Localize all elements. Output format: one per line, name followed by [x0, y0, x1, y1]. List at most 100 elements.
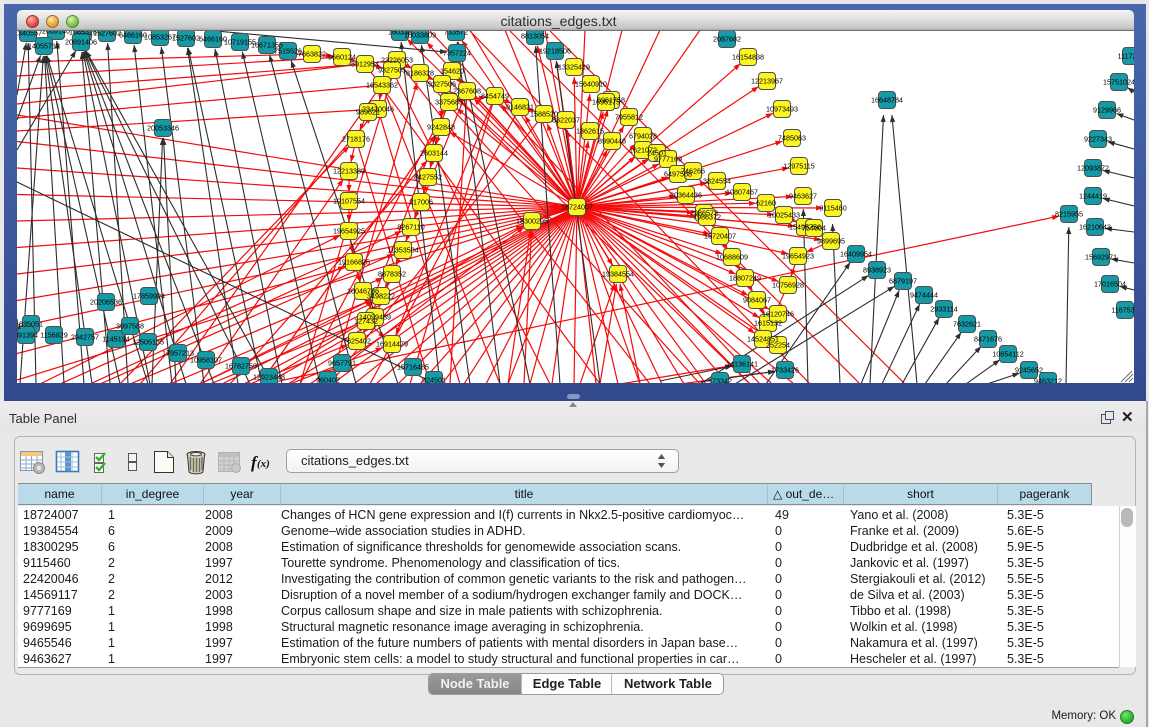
- svg-text:15716485: 15716485: [397, 363, 429, 372]
- svg-text:9474444: 9474444: [910, 291, 938, 300]
- svg-text:3997588: 3997588: [116, 322, 144, 331]
- svg-text:9657791: 9657791: [328, 359, 356, 368]
- svg-text:7986372: 7986372: [693, 213, 721, 222]
- svg-text:6466160: 6466160: [119, 31, 147, 40]
- svg-text:11353504: 11353504: [387, 246, 418, 255]
- svg-text:16033809: 16033809: [404, 31, 436, 40]
- svg-text:2942757: 2942757: [71, 333, 99, 342]
- svg-text:9899695: 9899695: [817, 237, 845, 246]
- svg-text:23226053: 23226053: [381, 56, 413, 65]
- svg-text:10958107: 10958107: [190, 356, 222, 365]
- svg-text:3824554: 3824554: [703, 177, 731, 186]
- svg-text:18724007: 18724007: [561, 203, 593, 212]
- svg-text:12213967: 12213967: [751, 77, 783, 86]
- svg-text:8322037: 8322037: [552, 116, 580, 125]
- svg-text:16210643: 16210643: [1079, 223, 1111, 232]
- svg-text:1362615: 1362615: [576, 127, 604, 136]
- svg-text:252254: 252254: [766, 341, 790, 350]
- svg-text:391394: 391394: [17, 331, 38, 340]
- svg-text:1167533: 1167533: [1111, 306, 1134, 315]
- svg-text:18807249: 18807249: [729, 274, 761, 283]
- svg-text:7625402: 7625402: [343, 337, 371, 346]
- svg-text:12975115: 12975115: [783, 162, 814, 171]
- svg-text:16120746: 16120746: [762, 310, 794, 319]
- svg-text:3375685: 3375685: [435, 98, 463, 107]
- svg-text:16648784: 16648784: [871, 96, 903, 105]
- svg-text:10654112: 10654112: [992, 350, 1023, 359]
- svg-text:9242848: 9242848: [427, 123, 455, 132]
- svg-text:2367608: 2367608: [453, 87, 481, 96]
- svg-text:924501: 924501: [422, 376, 446, 384]
- svg-text:19384554: 19384554: [602, 270, 634, 279]
- svg-text:1527602: 1527602: [172, 34, 200, 43]
- svg-text:10688609: 10688609: [716, 253, 748, 262]
- svg-text:9327506: 9327506: [428, 80, 456, 89]
- svg-text:20053346: 20053346: [147, 124, 179, 133]
- svg-text:9777169: 9777169: [654, 155, 682, 164]
- svg-text:733572: 733572: [444, 31, 468, 37]
- svg-text:15692971: 15692971: [1085, 253, 1117, 262]
- svg-text:16914479: 16914479: [376, 340, 408, 349]
- svg-text:9115460: 9115460: [819, 204, 846, 213]
- svg-text:1117243: 1117243: [1118, 52, 1134, 61]
- svg-text:6879197: 6879197: [889, 277, 917, 286]
- svg-text:14055712: 14055712: [28, 42, 60, 51]
- svg-text:960402: 960402: [316, 376, 340, 384]
- svg-text:127432: 127432: [354, 317, 378, 326]
- svg-text:8938923: 8938923: [863, 266, 891, 275]
- svg-text:16543362: 16543362: [366, 81, 398, 90]
- svg-text:7357224: 7357224: [443, 49, 471, 58]
- svg-text:17859924: 17859924: [133, 292, 165, 301]
- svg-text:9129966: 9129966: [1093, 106, 1121, 115]
- svg-text:6466160: 6466160: [199, 35, 227, 44]
- svg-text:12093872: 12093872: [1077, 164, 1109, 173]
- svg-text:19218506: 19218506: [539, 47, 571, 56]
- svg-text:8990448: 8990448: [598, 137, 626, 146]
- svg-text:746266: 746266: [681, 167, 705, 176]
- svg-text:9463627: 9463627: [789, 192, 817, 201]
- svg-text:317006: 317006: [409, 198, 433, 207]
- svg-text:19166825: 19166825: [338, 258, 370, 267]
- svg-text:8427552: 8427552: [414, 173, 442, 182]
- svg-text:2933114: 2933114: [930, 305, 957, 314]
- svg-text:12505135: 12505135: [132, 338, 164, 347]
- svg-text:19654923: 19654923: [782, 252, 814, 261]
- svg-text:12213389: 12213389: [333, 167, 365, 176]
- svg-text:10973493: 10973493: [766, 105, 798, 114]
- svg-text:8454749: 8454749: [481, 92, 509, 101]
- svg-text:10025433: 10025433: [768, 211, 800, 220]
- svg-text:8878352: 8878352: [378, 270, 406, 279]
- svg-text:8215955: 8215955: [1055, 210, 1083, 219]
- svg-text:1145194: 1145194: [102, 335, 129, 344]
- svg-text:1244419: 1244419: [1079, 192, 1107, 201]
- svg-text:16782759: 16782759: [225, 362, 257, 371]
- svg-text:9327505: 9327505: [378, 66, 406, 75]
- svg-text:62160: 62160: [756, 199, 776, 208]
- svg-text:10756928: 10756928: [772, 281, 804, 290]
- svg-text:989621: 989621: [356, 108, 380, 117]
- svg-text:20206536: 20206536: [90, 298, 122, 307]
- svg-text:6794028: 6794028: [629, 132, 657, 141]
- svg-text:12923448: 12923448: [253, 373, 285, 382]
- svg-text:14136141: 14136141: [726, 360, 758, 369]
- svg-text:19654925: 19654925: [333, 227, 365, 236]
- svg-text:7632621: 7632621: [953, 320, 981, 329]
- svg-text:1615132: 1615132: [754, 319, 782, 328]
- svg-text:2087682: 2087682: [713, 35, 741, 44]
- svg-text:7485063: 7485063: [778, 134, 806, 143]
- svg-text:8267110: 8267110: [397, 223, 424, 232]
- svg-text:10107554: 10107554: [333, 197, 365, 206]
- svg-text:2069140: 2069140: [42, 31, 70, 36]
- svg-text:20691406: 20691406: [65, 38, 97, 47]
- svg-text:8186328: 8186328: [406, 69, 434, 78]
- svg-text:9084067: 9084067: [743, 296, 771, 305]
- svg-text:7663822: 7663822: [298, 50, 326, 59]
- svg-text:3498222: 3498222: [367, 292, 395, 301]
- svg-text:1527602: 1527602: [93, 31, 121, 38]
- svg-text:18300295: 18300295: [516, 217, 548, 226]
- svg-text:8912954: 8912954: [351, 60, 379, 69]
- svg-text:9227343: 9227343: [1084, 135, 1112, 144]
- svg-text:1733426: 1733426: [771, 366, 799, 375]
- svg-text:10807467: 10807467: [726, 188, 758, 197]
- svg-text:1156829: 1156829: [40, 331, 67, 340]
